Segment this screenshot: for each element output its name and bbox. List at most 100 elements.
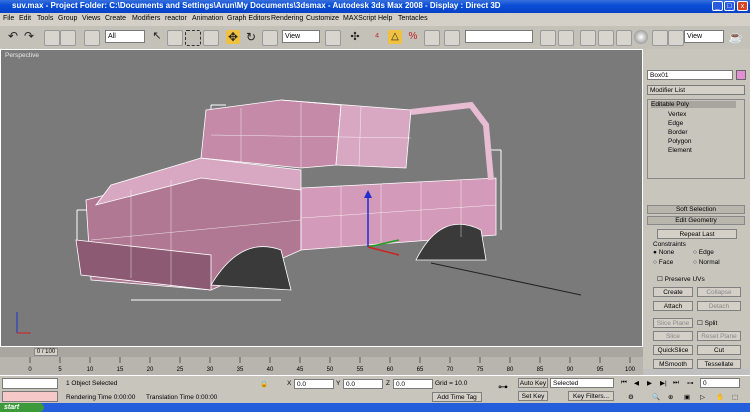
reset-plane-button[interactable]: Reset Plane: [697, 331, 741, 341]
snaps-toggle-icon[interactable]: ⁴: [370, 30, 384, 44]
material-editor-icon[interactable]: [634, 30, 648, 44]
go-to-end-icon[interactable]: ⏭: [673, 379, 679, 387]
stack-edge[interactable]: Edge: [668, 120, 683, 127]
select-object-icon[interactable]: ↖: [150, 30, 164, 44]
stack-polygon[interactable]: Polygon: [668, 138, 692, 145]
named-selection-dropdown[interactable]: [465, 30, 533, 43]
slice-button[interactable]: Slice: [653, 331, 693, 341]
menu-help[interactable]: Help: [378, 15, 392, 22]
field-of-view-icon[interactable]: ▷: [700, 393, 705, 401]
menu-file[interactable]: File: [3, 15, 14, 22]
align-icon[interactable]: [558, 30, 574, 46]
detach-button[interactable]: Detach: [697, 301, 741, 311]
auto-key-button[interactable]: Auto Key: [518, 378, 548, 388]
previous-frame-icon[interactable]: ◀: [634, 379, 639, 387]
constraint-face-radio[interactable]: ○ Face: [653, 259, 673, 266]
go-to-start-icon[interactable]: ⏮: [621, 379, 627, 387]
menu-animation[interactable]: Animation: [192, 15, 223, 22]
maximize-button[interactable]: □: [724, 1, 735, 11]
layer-manager-icon[interactable]: [580, 30, 596, 46]
constraint-edge-radio[interactable]: ○ Edge: [693, 249, 714, 256]
x-coordinate-field[interactable]: 0.0: [294, 379, 334, 389]
next-frame-icon[interactable]: ▶|: [660, 379, 667, 387]
render-frame-icon[interactable]: [668, 30, 684, 46]
play-icon[interactable]: ▶: [647, 379, 652, 387]
window-crossing-icon[interactable]: [203, 30, 219, 46]
pivot-center-icon[interactable]: [325, 30, 341, 46]
undo-icon[interactable]: ↶: [6, 30, 20, 44]
create-button[interactable]: Create: [653, 287, 693, 297]
track-bar[interactable]: 0 5 10 15 20 25 30 35 40 45 50 55 60 65 70 75 80 85 90 95 10…: [0, 357, 643, 375]
time-config-icon[interactable]: ⚙: [628, 393, 634, 401]
menu-tentacles[interactable]: Tentacles: [398, 15, 428, 22]
split-checkbox[interactable]: ☐ Split: [697, 319, 717, 327]
mirror-icon[interactable]: [540, 30, 556, 46]
maximize-viewport-icon[interactable]: ⬚: [732, 393, 738, 401]
schematic-view-icon[interactable]: [616, 30, 632, 46]
close-button[interactable]: x: [737, 1, 748, 11]
select-manipulate-icon[interactable]: ✣: [348, 30, 362, 44]
y-coordinate-field[interactable]: 0.0: [343, 379, 383, 389]
set-key-button[interactable]: Set Key: [518, 391, 548, 401]
menu-rendering[interactable]: Rendering: [271, 15, 303, 22]
curve-editor-icon[interactable]: [598, 30, 614, 46]
menu-create[interactable]: Create: [105, 15, 126, 22]
stack-border[interactable]: Border: [668, 129, 688, 136]
z-coordinate-field[interactable]: 0.0: [393, 379, 433, 389]
unlink-icon[interactable]: [60, 30, 76, 46]
menu-maxscript[interactable]: MAXScript: [343, 15, 376, 22]
select-scale-icon[interactable]: [262, 30, 278, 46]
select-rotate-icon[interactable]: ↻: [244, 30, 258, 44]
start-button[interactable]: start: [0, 403, 44, 412]
reference-coordinate-dropdown[interactable]: View: [282, 30, 320, 43]
attach-button[interactable]: Attach: [653, 301, 693, 311]
menu-modifiers[interactable]: Modifiers: [132, 15, 160, 22]
rectangular-selection-icon[interactable]: [185, 30, 201, 46]
current-frame-field[interactable]: 0: [700, 378, 740, 388]
object-color-swatch[interactable]: [736, 70, 746, 80]
add-time-tag-button[interactable]: Add Time Tag: [432, 392, 482, 402]
menu-edit[interactable]: Edit: [19, 15, 31, 22]
modifier-list-dropdown[interactable]: Modifier List: [647, 85, 745, 95]
msmooth-button[interactable]: MSmooth: [653, 359, 693, 369]
perspective-viewport[interactable]: Perspective: [0, 49, 643, 347]
soft-selection-rollout[interactable]: Soft Selection: [647, 205, 745, 214]
percent-snap-icon[interactable]: %: [406, 30, 420, 44]
menu-group[interactable]: Group: [58, 15, 77, 22]
select-move-icon[interactable]: ✥: [226, 30, 240, 44]
time-slider[interactable]: 0 / 100: [0, 347, 643, 357]
key-selection-dropdown[interactable]: Selected: [550, 378, 614, 388]
object-name-field[interactable]: Box01: [647, 70, 733, 80]
zoom-all-icon[interactable]: ⊕: [668, 393, 673, 401]
key-icon[interactable]: ⊶: [498, 382, 508, 393]
maxscript-listener[interactable]: [2, 378, 58, 389]
redo-icon[interactable]: ↷: [22, 30, 36, 44]
menu-reactor[interactable]: reactor: [165, 15, 187, 22]
slice-plane-button[interactable]: Slice Plane: [653, 318, 693, 328]
repeat-last-button[interactable]: Repeat Last: [657, 229, 737, 239]
quickslice-button[interactable]: QuickSlice: [653, 345, 693, 355]
minimize-button[interactable]: _: [712, 1, 723, 11]
edit-named-selection-icon[interactable]: [444, 30, 460, 46]
menu-views[interactable]: Views: [82, 15, 101, 22]
select-link-icon[interactable]: [44, 30, 60, 46]
edit-geometry-rollout[interactable]: Edit Geometry: [647, 216, 745, 225]
render-view-dropdown[interactable]: View: [684, 30, 724, 43]
bind-space-warp-icon[interactable]: [84, 30, 100, 46]
key-mode-icon[interactable]: ⊶: [687, 379, 694, 387]
constraint-none-radio[interactable]: ● None: [653, 249, 674, 256]
lock-icon[interactable]: 🔒: [260, 380, 268, 388]
menu-tools[interactable]: Tools: [37, 15, 53, 22]
preserve-uvs-checkbox[interactable]: ☐ Preserve UVs: [657, 275, 705, 283]
key-filters-button[interactable]: Key Filters...: [568, 391, 614, 401]
menu-graph-editors[interactable]: Graph Editors: [227, 15, 270, 22]
spinner-snap-icon[interactable]: [424, 30, 440, 46]
stack-vertex[interactable]: Vertex: [668, 111, 686, 118]
constraint-normal-radio[interactable]: ○ Normal: [693, 259, 720, 266]
select-by-name-icon[interactable]: [167, 30, 183, 46]
zoom-icon[interactable]: 🔍: [652, 393, 660, 401]
pan-icon[interactable]: ✋: [716, 393, 724, 401]
menu-customize[interactable]: Customize: [306, 15, 339, 22]
cut-button[interactable]: Cut: [697, 345, 741, 355]
render-setup-icon[interactable]: [652, 30, 668, 46]
